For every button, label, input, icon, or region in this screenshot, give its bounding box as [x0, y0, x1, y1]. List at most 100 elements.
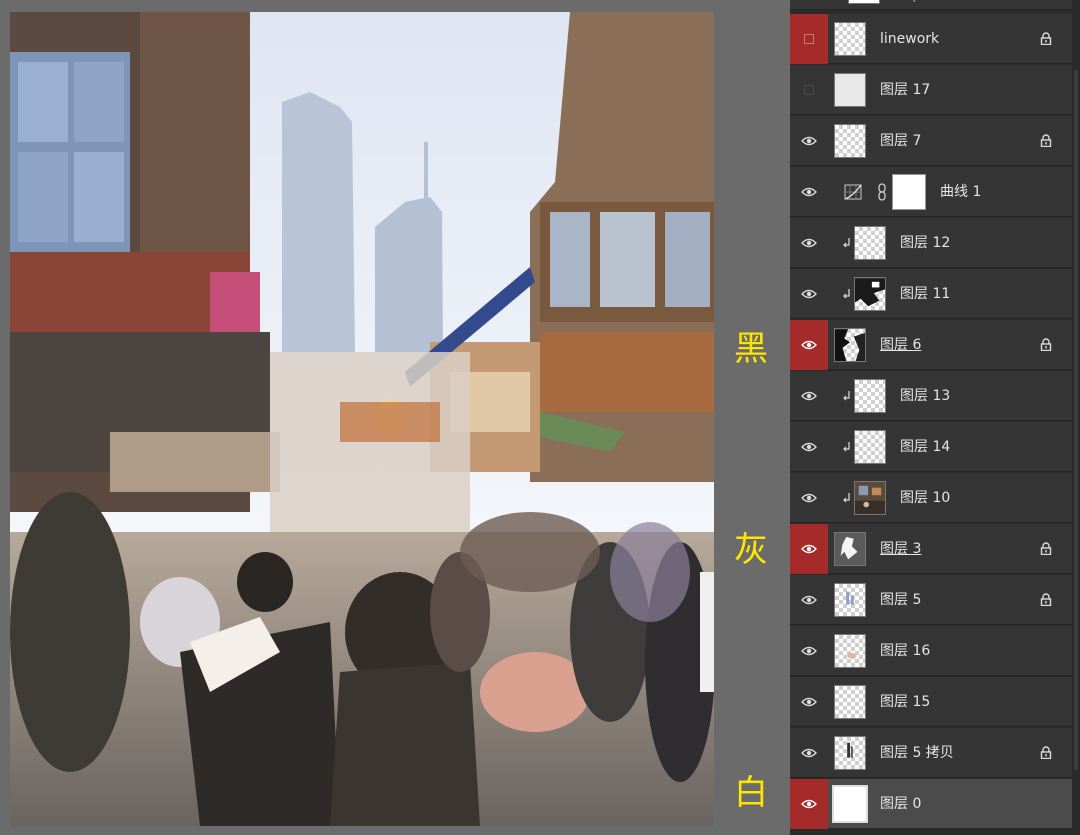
layer-name: 图层 13	[900, 388, 951, 404]
visibility-toggle[interactable]	[790, 677, 828, 727]
layer-thumbnail	[834, 685, 866, 719]
layer-row-6[interactable]: 图层 6	[790, 320, 1072, 370]
clipping-arrow-icon	[843, 493, 850, 503]
eye-icon	[801, 646, 817, 656]
layer-mask-thumbnail[interactable]	[892, 174, 926, 210]
scrollbar-thumb[interactable]	[1074, 70, 1078, 770]
layer-thumbnail	[834, 328, 866, 362]
visibility-toggle[interactable]	[790, 167, 828, 217]
layer-row-13[interactable]: 图层 13	[790, 371, 1072, 421]
hidden-box-icon	[804, 34, 814, 44]
layer-row-3[interactable]: 图层 3	[790, 524, 1072, 574]
visibility-toggle[interactable]	[790, 473, 828, 523]
layer-name: 曲线 1	[940, 184, 982, 200]
layer-name: 图层 12	[900, 235, 951, 251]
visibility-toggle[interactable]	[790, 422, 828, 472]
eye-icon	[801, 493, 817, 503]
lock-icon	[1040, 542, 1052, 555]
visibility-toggle[interactable]	[790, 371, 828, 421]
eye-icon	[801, 799, 817, 809]
layer-name: 图层 16	[880, 643, 931, 659]
layer-name: 图层 7	[880, 133, 922, 149]
layer-thumbnail	[834, 532, 866, 566]
layer-row-15[interactable]: 图层 15	[790, 677, 1072, 727]
layer-row-backup[interactable]: backup	[790, 0, 1072, 10]
layer-name: backup	[880, 0, 920, 4]
link-chain-icon[interactable]	[877, 183, 887, 201]
layer-name: 图层 5 拷贝	[880, 745, 954, 761]
curves-adjustment-icon	[844, 184, 862, 200]
layer-thumbnail	[834, 22, 866, 56]
layer-row-12[interactable]: 图层 12	[790, 218, 1072, 268]
annotation-white: 白	[734, 773, 768, 813]
layer-row-11[interactable]: 图层 11	[790, 269, 1072, 319]
eye-icon	[801, 187, 817, 197]
eye-icon	[801, 340, 817, 350]
visibility-toggle[interactable]	[790, 575, 828, 625]
eye-icon	[801, 289, 817, 299]
clipping-arrow-icon	[843, 442, 850, 452]
clipping-arrow-icon	[843, 391, 850, 401]
eye-icon	[801, 595, 817, 605]
layer-row-16[interactable]: 图层 16	[790, 626, 1072, 676]
layers-scrollbar[interactable]	[1072, 0, 1080, 835]
eye-icon	[801, 238, 817, 248]
layer-row-17[interactable]: 图层 17	[790, 65, 1072, 115]
visibility-toggle[interactable]	[790, 14, 828, 64]
visibility-toggle[interactable]	[790, 116, 828, 166]
layer-thumbnail	[854, 277, 886, 311]
visibility-toggle[interactable]	[790, 0, 828, 10]
layer-thumbnail	[834, 634, 866, 668]
visibility-toggle[interactable]	[790, 524, 828, 574]
layer-row-14[interactable]: 图层 14	[790, 422, 1072, 472]
layer-thumbnail	[834, 583, 866, 617]
layers-panel: backup linework 图层 17 图层 7 曲线 1 图层 12	[790, 0, 1080, 835]
layer-row-5-copy[interactable]: 图层 5 拷贝	[790, 728, 1072, 778]
visibility-toggle[interactable]	[790, 269, 828, 319]
lock-icon	[1040, 32, 1052, 45]
visibility-toggle[interactable]	[790, 65, 828, 115]
layer-name: 图层 10	[900, 490, 951, 506]
lock-icon	[1040, 338, 1052, 351]
layer-thumbnail	[834, 736, 866, 770]
visibility-toggle[interactable]	[790, 728, 828, 778]
lock-icon	[1040, 746, 1052, 759]
layer-name: 图层 14	[900, 439, 951, 455]
layer-name: linework	[880, 31, 940, 47]
document-canvas[interactable]	[10, 12, 714, 826]
layer-thumbnail	[834, 124, 866, 158]
annotation-black: 黑	[734, 329, 768, 369]
visibility-toggle[interactable]	[790, 626, 828, 676]
annotation-gray: 灰	[734, 530, 768, 570]
painting	[10, 12, 714, 826]
eye-icon	[801, 544, 817, 554]
layer-thumbnail	[834, 73, 866, 107]
visibility-toggle[interactable]	[790, 218, 828, 268]
layer-row-5[interactable]: 图层 5	[790, 575, 1072, 625]
lock-icon	[1040, 593, 1052, 606]
clipping-arrow-icon	[843, 238, 850, 248]
lock-icon	[1040, 134, 1052, 147]
hidden-box-icon	[804, 85, 814, 95]
layer-row-curves-1[interactable]: 曲线 1	[790, 167, 1072, 217]
visibility-toggle[interactable]	[790, 320, 828, 370]
layer-thumbnail	[848, 0, 880, 4]
layer-name: 图层 0	[880, 796, 922, 812]
layer-name: 图层 5	[880, 592, 922, 608]
layer-thumbnail	[854, 430, 886, 464]
layer-thumbnail	[854, 481, 886, 515]
layer-row-0[interactable]: 图层 0	[790, 779, 1072, 829]
layer-row-10[interactable]: 图层 10	[790, 473, 1072, 523]
clipping-arrow-icon	[843, 289, 850, 299]
layer-name: 图层 15	[880, 694, 931, 710]
layer-thumbnail	[854, 379, 886, 413]
layer-name: 图层 3	[880, 541, 922, 557]
layer-row-linework[interactable]: linework	[790, 14, 1072, 64]
eye-icon	[801, 391, 817, 401]
layer-name: 图层 6	[880, 337, 922, 353]
eye-icon	[801, 697, 817, 707]
eye-icon	[801, 748, 817, 758]
visibility-toggle[interactable]	[790, 779, 828, 829]
layer-row-7[interactable]: 图层 7	[790, 116, 1072, 166]
eye-icon	[801, 442, 817, 452]
